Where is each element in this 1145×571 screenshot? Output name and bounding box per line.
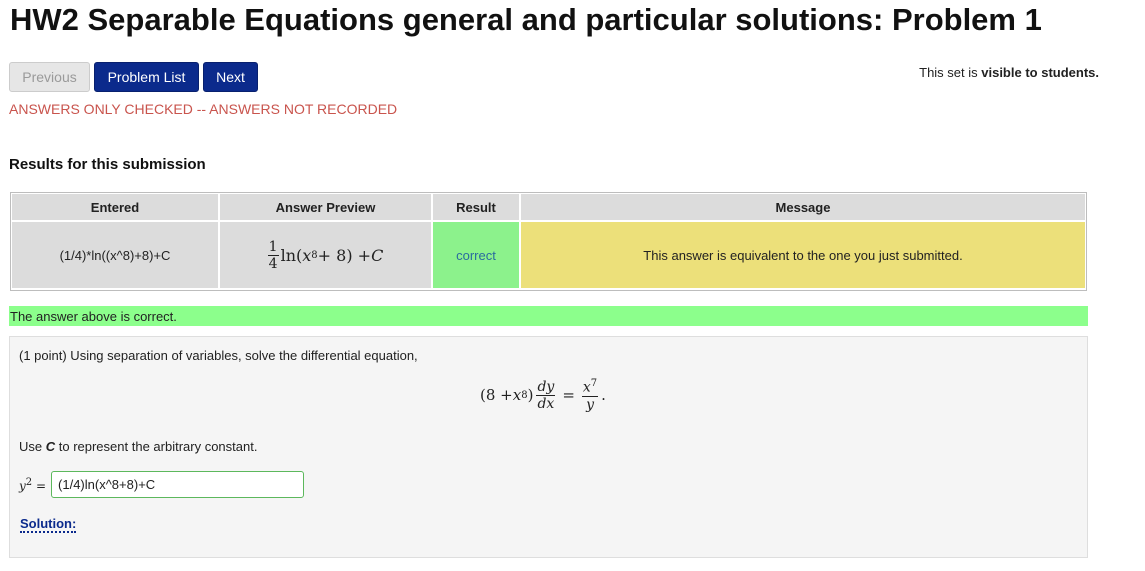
visibility-status: visible to students.: [981, 65, 1099, 80]
results-header-row: Entered Answer Preview Result Message: [12, 194, 1085, 220]
result-message: This answer is equivalent to the one you…: [521, 222, 1085, 288]
answer-label-eq: =: [32, 478, 47, 493]
visibility-notice: This set is visible to students.: [919, 65, 1099, 80]
eq-dx: dx: [537, 395, 555, 412]
instruction-constant: C: [45, 439, 56, 454]
correct-banner: The answer above is correct.: [9, 306, 1088, 326]
eq-dy: dy: [536, 378, 556, 396]
solution-toggle-link[interactable]: Solution:: [20, 517, 77, 533]
eq-dydx: dy dx: [536, 378, 556, 412]
eq-lhs-close: ): [527, 386, 534, 405]
problem-body: (1 point) Using separation of variables,…: [9, 336, 1088, 558]
next-button[interactable]: Next: [203, 62, 258, 92]
results-table: Entered Answer Preview Result Message (1…: [10, 192, 1087, 291]
answer-row: y2 =: [19, 471, 305, 498]
problem-navigation: Previous Problem List Next: [9, 62, 258, 92]
eq-rhs-num: x7: [581, 378, 599, 397]
problem-statement: (1 point) Using separation of variables,…: [19, 348, 418, 363]
preview-fraction: 1 4: [267, 238, 279, 272]
webwork-problem-page: HW2 Separable Equations general and part…: [0, 0, 1145, 571]
results-heading: Results for this submission: [9, 156, 206, 173]
instruction-suffix: to represent the arbitrary constant.: [55, 439, 258, 454]
preview-x: x: [302, 245, 312, 265]
eq-exp7: 7: [590, 378, 598, 389]
header-result: Result: [433, 194, 519, 220]
preview-frac-num: 1: [267, 238, 279, 256]
result-status: correct: [433, 222, 519, 288]
answer-preview: 1 4 ln(x 8 + 8) + C: [220, 222, 431, 288]
preview-func: ln: [280, 245, 296, 265]
header-answer-preview: Answer Preview: [220, 194, 431, 220]
preview-plus: +: [357, 245, 372, 265]
previous-button[interactable]: Previous: [9, 62, 90, 92]
visibility-prefix: This set is: [919, 65, 982, 80]
constant-instruction: Use C to represent the arbitrary constan…: [19, 439, 257, 454]
eq-period: .: [601, 386, 606, 405]
answer-label: y2 =: [19, 477, 46, 493]
results-row: (1/4)*ln((x^8)+8)+C 1 4 ln(x 8 + 8) + C c…: [12, 222, 1085, 288]
preview-frac-den: 4: [268, 255, 278, 272]
eq-equals: =: [562, 386, 575, 405]
header-entered: Entered: [12, 194, 218, 220]
answer-preview-math: 1 4 ln(x 8 + 8) + C: [267, 238, 384, 272]
answers-not-recorded-warning: ANSWERS ONLY CHECKED -- ANSWERS NOT RECO…: [9, 101, 398, 117]
eq-rhs-x: x: [582, 379, 591, 396]
instruction-prefix: Use: [19, 439, 46, 454]
answer-label-var: y: [19, 478, 26, 493]
eq-x: x: [512, 386, 522, 405]
eq-lhs-open: (8 +: [480, 386, 513, 405]
problem-list-button[interactable]: Problem List: [94, 62, 199, 92]
eq-rhs: x7 y: [581, 378, 599, 413]
preview-c: C: [371, 245, 384, 265]
eq-rhs-den: y: [586, 396, 594, 413]
entered-answer: (1/4)*ln((x^8)+8)+C: [12, 222, 218, 288]
answer-input[interactable]: [51, 471, 305, 498]
differential-equation: (8 + x 8) dy dx = x7 y .: [480, 379, 606, 412]
page-title: HW2 Separable Equations general and part…: [10, 2, 1042, 37]
preview-rest: + 8: [317, 245, 347, 265]
header-message: Message: [521, 194, 1085, 220]
